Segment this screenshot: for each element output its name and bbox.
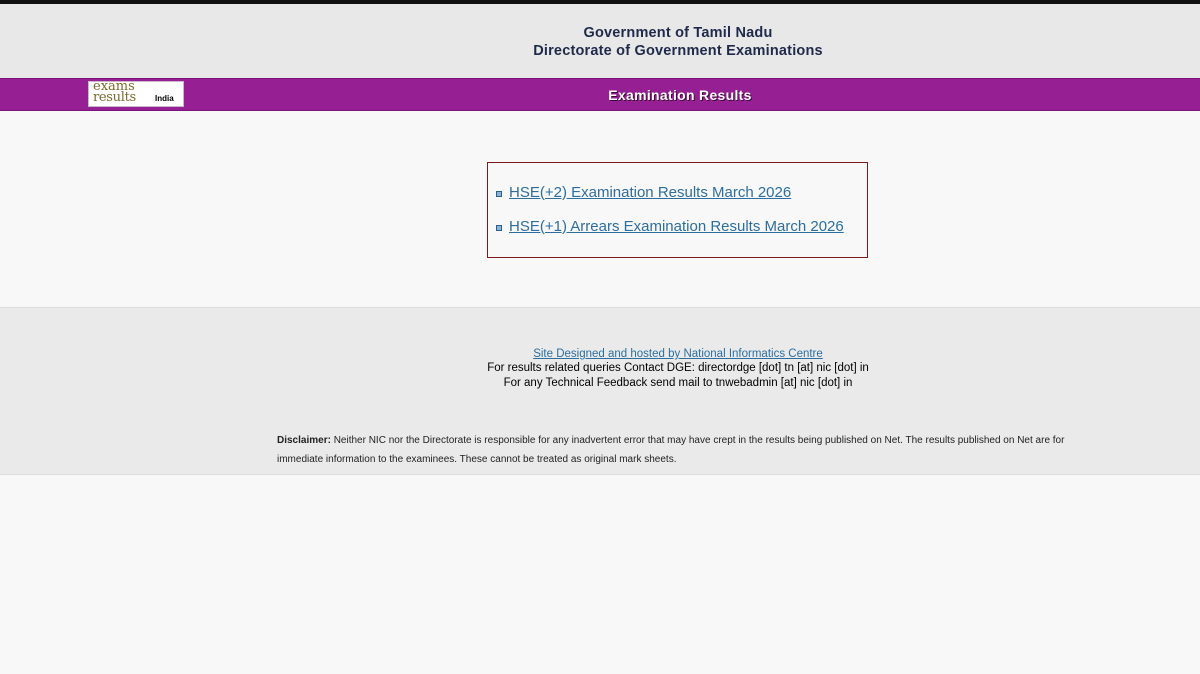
contact-info: For results related queries Contact DGE:…	[487, 362, 869, 374]
feedback-info: For any Technical Feedback send mail to …	[503, 377, 853, 389]
nic-credit-link[interactable]: Site Designed and hosted by National Inf…	[378, 348, 978, 360]
page-header: Government of Tamil Nadu Directorate of …	[0, 4, 1200, 78]
logo-suffix-india: India	[155, 94, 174, 103]
disclaimer: Disclaimer: Neither NIC nor the Director…	[277, 431, 1087, 469]
section-title: Examination Results	[608, 87, 752, 103]
results-links-box: HSE(+2) Examination Results March 2026 H…	[487, 162, 868, 258]
disclaimer-label: Disclaimer:	[277, 435, 331, 446]
logo-line-results: results	[93, 90, 136, 105]
list-item: HSE(+2) Examination Results March 2026	[496, 182, 791, 202]
directorate-title: Directorate of Government Examinations	[533, 43, 823, 59]
square-bullet-icon	[496, 224, 502, 231]
hse-plus2-results-link[interactable]: HSE(+2) Examination Results March 2026	[509, 184, 791, 201]
exams-results-india-logo[interactable]: exams results India	[88, 81, 184, 107]
square-bullet-icon	[496, 190, 502, 197]
page-footer: Site Designed and hosted by National Inf…	[0, 307, 1200, 475]
hse-plus1-arrears-results-link[interactable]: HSE(+1) Arrears Examination Results Marc…	[509, 218, 844, 235]
list-item: HSE(+1) Arrears Examination Results Marc…	[496, 216, 844, 236]
government-title: Government of Tamil Nadu	[583, 25, 773, 41]
disclaimer-text: Neither NIC nor the Directorate is respo…	[277, 435, 1065, 465]
examination-results-bar: exams results India Examination Results	[0, 78, 1200, 111]
